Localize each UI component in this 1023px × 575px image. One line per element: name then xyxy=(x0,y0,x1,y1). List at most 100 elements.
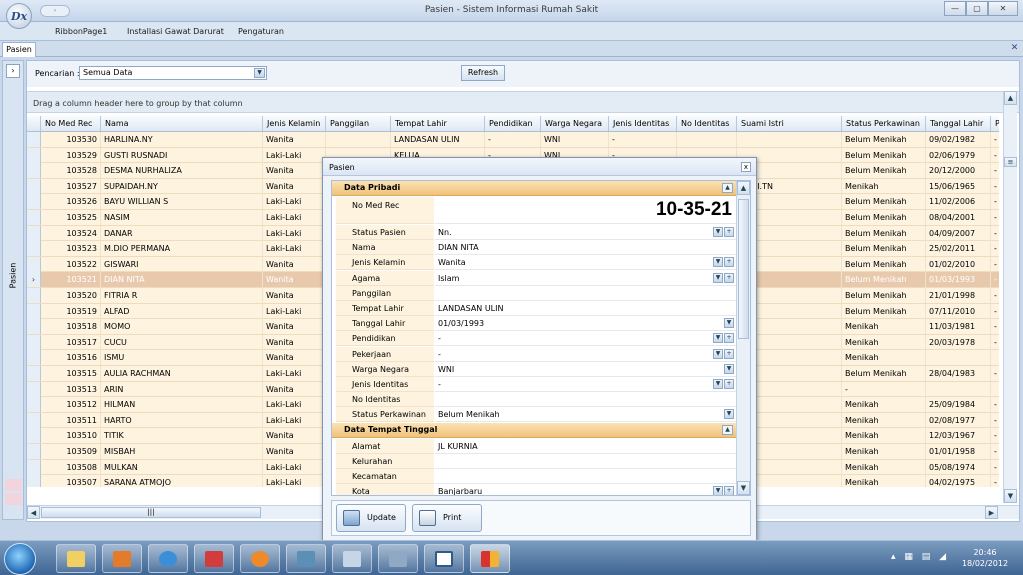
table-cell[interactable]: Laki-Laki xyxy=(263,475,326,487)
scroll-left-icon[interactable]: ◀ xyxy=(27,506,40,519)
table-cell[interactable]: Wanita xyxy=(263,132,326,147)
app-menu-button[interactable]: Dx xyxy=(6,3,32,29)
table-cell[interactable]: Belum Menikah xyxy=(842,194,926,210)
table-cell[interactable]: Laki-Laki xyxy=(263,459,326,475)
table-cell[interactable]: SARANA ATMOJO xyxy=(101,475,263,487)
dialog-title-bar[interactable]: Pasien x xyxy=(323,158,756,176)
table-cell[interactable]: Wanita xyxy=(263,272,326,288)
table-cell[interactable]: - xyxy=(991,444,999,459)
table-cell[interactable]: 103513 xyxy=(41,381,101,397)
field-value[interactable]: Banjarbaru ▼ + xyxy=(435,484,736,495)
table-cell[interactable] xyxy=(677,132,737,147)
table-cell[interactable]: BAYU WILLIAN S xyxy=(101,194,263,210)
row-indicator[interactable] xyxy=(27,444,41,459)
plus-icon[interactable]: + xyxy=(724,486,734,495)
group-panel[interactable]: Drag a column header here to group by th… xyxy=(27,91,1019,113)
dialog-scrollbar[interactable]: ▲ ▼ xyxy=(736,181,750,495)
table-cell[interactable]: - xyxy=(991,413,999,428)
field-value[interactable] xyxy=(435,392,736,408)
column-header[interactable]: No Identitas xyxy=(677,116,737,131)
table-cell[interactable]: 103523 xyxy=(41,241,101,257)
row-indicator[interactable] xyxy=(27,210,41,225)
update-button[interactable]: Update xyxy=(336,504,406,532)
field-value[interactable] xyxy=(435,285,736,301)
table-cell[interactable] xyxy=(926,381,991,397)
table-cell[interactable]: - xyxy=(991,428,999,443)
chevron-down-icon[interactable]: ▼ xyxy=(254,68,265,78)
plus-icon[interactable]: + xyxy=(724,348,734,359)
table-cell[interactable]: 01/02/2010 xyxy=(926,256,991,272)
table-cell[interactable]: Menikah xyxy=(842,334,926,350)
media-taskbar-icon[interactable] xyxy=(102,544,142,573)
table-cell[interactable]: Menikah xyxy=(842,444,926,459)
table-cell[interactable]: 103529 xyxy=(41,147,101,163)
field-value[interactable]: WNI ▼ xyxy=(435,361,736,377)
column-header[interactable]: Tempat Lahir xyxy=(391,116,485,131)
table-cell[interactable]: NASIM xyxy=(101,210,263,225)
side-panel-label[interactable]: Pasien xyxy=(9,256,18,296)
row-indicator[interactable] xyxy=(27,459,41,475)
table-cell[interactable]: 103518 xyxy=(41,319,101,335)
table-cell[interactable]: Belum Menikah xyxy=(842,210,926,225)
row-indicator[interactable] xyxy=(27,334,41,350)
field-value[interactable]: - ▼ + xyxy=(435,377,736,392)
section-header[interactable]: Data Tempat Tinggal ▲ xyxy=(332,422,736,438)
table-cell[interactable]: Wanita xyxy=(263,428,326,444)
table-cell[interactable]: - xyxy=(991,397,999,412)
row-indicator[interactable] xyxy=(27,397,41,413)
table-cell[interactable]: Wanita xyxy=(263,334,326,350)
table-cell[interactable]: 11/03/1981 xyxy=(926,319,991,335)
computer-taskbar-icon[interactable] xyxy=(378,544,418,573)
table-cell[interactable]: 02/08/1977 xyxy=(926,412,991,428)
table-cell[interactable]: GISWARI xyxy=(101,256,263,272)
table-cell[interactable]: - xyxy=(991,475,999,487)
table-cell[interactable]: 103510 xyxy=(41,428,101,444)
table-cell[interactable]: 103525 xyxy=(41,210,101,225)
column-header[interactable]: Jenis Identitas xyxy=(609,116,677,131)
row-indicator[interactable] xyxy=(27,366,41,381)
table-cell[interactable]: AULIA RACHMAN xyxy=(101,366,263,381)
table-cell[interactable]: MOMO xyxy=(101,319,263,335)
column-header[interactable]: Status Perkawinan xyxy=(842,116,926,131)
table-cell[interactable]: Wanita xyxy=(263,288,326,303)
column-header[interactable]: Suami Istri xyxy=(737,116,842,131)
table-cell[interactable]: - xyxy=(991,194,999,209)
table-cell[interactable]: 103511 xyxy=(41,412,101,428)
table-cell[interactable]: 103512 xyxy=(41,397,101,413)
table-cell[interactable]: 25/02/2011 xyxy=(926,241,991,257)
table-cell[interactable] xyxy=(326,132,391,147)
table-cell[interactable]: WNI xyxy=(541,132,609,147)
row-indicator[interactable] xyxy=(27,225,41,241)
column-header[interactable]: Nama xyxy=(101,116,263,131)
table-cell[interactable]: - xyxy=(991,226,999,241)
chevron-down-icon[interactable]: ▼ xyxy=(713,379,723,389)
table-cell[interactable]: DIAN NITA xyxy=(101,272,263,288)
table-cell[interactable]: Menikah xyxy=(842,319,926,335)
tab-pengaturan[interactable]: Pengaturan xyxy=(238,27,284,36)
table-cell[interactable]: ISMU xyxy=(101,350,263,366)
table-cell[interactable]: - xyxy=(609,132,677,147)
table-cell[interactable]: 103526 xyxy=(41,194,101,210)
row-indicator[interactable] xyxy=(27,412,41,428)
row-indicator[interactable] xyxy=(27,256,41,272)
app-taskbar-icon[interactable] xyxy=(240,544,280,573)
row-indicator[interactable]: › xyxy=(27,272,41,288)
table-cell[interactable]: 25/09/1984 xyxy=(926,397,991,413)
table-cell[interactable]: Belum Menikah xyxy=(842,303,926,319)
table-cell[interactable]: 01/03/1993 xyxy=(926,272,991,288)
field-value[interactable]: 01/03/1993 ▼ xyxy=(435,316,736,332)
table-cell[interactable]: Laki-Laki xyxy=(263,194,326,210)
table-cell[interactable] xyxy=(737,132,842,147)
field-value[interactable]: - ▼ + xyxy=(435,346,736,362)
tools-taskbar-icon[interactable] xyxy=(194,544,234,573)
row-indicator[interactable] xyxy=(27,475,41,487)
table-cell[interactable]: - xyxy=(991,272,999,287)
table-cell[interactable]: - xyxy=(991,210,999,225)
table-cell[interactable]: Belum Menikah xyxy=(842,288,926,303)
table-cell[interactable]: 11/02/2006 xyxy=(926,194,991,210)
row-indicator[interactable] xyxy=(27,381,41,397)
table-cell[interactable]: 04/02/1975 xyxy=(926,475,991,487)
row-indicator[interactable] xyxy=(27,350,41,366)
system-tray[interactable]: ▴ ▦ ▤ ◢ xyxy=(891,552,949,562)
table-row[interactable]: 103530 HARLINA.NY Wanita LANDASAN ULIN - WNI -… xyxy=(27,132,999,148)
